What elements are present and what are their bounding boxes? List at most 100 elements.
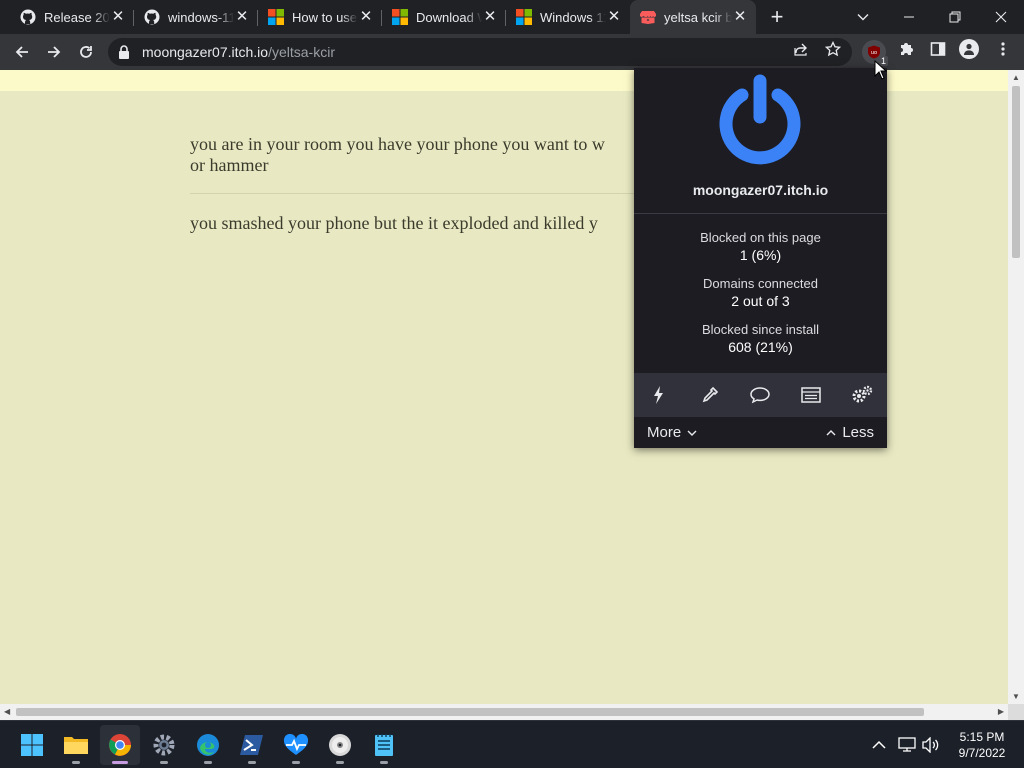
forward-button[interactable] [40,38,68,66]
stat-value: 1 (6%) [739,247,782,263]
tab-how-to-use[interactable]: How to use Windows ✕ [258,0,382,34]
story-line: you are in your room you have your phone… [190,134,605,154]
list-icon[interactable] [786,373,837,417]
vertical-scroll-thumb[interactable] [1012,86,1020,258]
settings-icon[interactable] [144,725,184,765]
network-icon[interactable] [897,735,917,755]
person-icon [964,43,974,55]
disc-icon[interactable] [320,725,360,765]
lightning-icon[interactable] [634,373,685,417]
tab-windows-11[interactable]: Windows 11 ✕ [506,0,630,34]
chrome-menu-button[interactable] [994,40,1012,58]
running-indicator [204,761,212,764]
notepad-icon[interactable] [364,725,404,765]
stat-label: Blocked since install [701,322,820,337]
restore-icon [949,11,961,23]
puzzle-icon [901,43,913,55]
horizontal-scrollbar[interactable]: ◀ ▶ [0,704,1008,720]
microsoft-icon [268,9,284,25]
less-label: Less [842,424,874,441]
star-icon [825,41,841,57]
system-clock[interactable]: 5:15 PM 9/7/2022 [950,729,1014,761]
tab-download[interactable]: Download Windows ✕ [382,0,506,34]
more-label: More [647,424,682,441]
running-indicator [112,761,128,764]
vertical-scrollbar[interactable]: ▲ ▼ [1008,70,1024,704]
story-line: or hammer [190,155,269,175]
itchio-icon [640,9,656,25]
profile-button[interactable] [959,39,979,59]
close-tab-icon[interactable]: ✕ [606,9,622,25]
site-domain: moongazer07 [692,182,784,198]
stat-value: 2 out of 3 [731,293,790,309]
svg-text:uo: uo [871,50,877,56]
volume-icon[interactable] [921,735,941,755]
close-tab-icon[interactable]: ✕ [234,9,250,25]
close-window-button[interactable] [988,4,1014,30]
tab-title: Windows 11 [540,9,606,25]
lock-icon [118,45,134,59]
restore-button[interactable] [942,4,968,30]
url-path: /yeltsa-kcir [268,44,335,60]
minimize-button[interactable] [896,4,922,30]
gears-icon[interactable] [836,373,887,417]
chevron-down-icon [687,430,697,436]
chrome-icon[interactable] [100,725,140,765]
scroll-left-icon[interactable]: ◀ [4,707,10,716]
running-indicator [336,761,344,764]
power-icon[interactable] [714,73,806,165]
close-tab-icon[interactable]: ✕ [482,9,498,25]
stat-label: Domains connected [703,276,818,291]
bookmark-button[interactable] [824,40,842,58]
health-icon[interactable] [276,725,316,765]
clock-date: 9/7/2022 [958,746,1006,760]
chevron-up-icon [872,740,886,749]
stat-blocked-install: Blocked since install 608 (21%) [634,322,887,357]
tab-title: How to use Windows [292,9,358,25]
microsoft-icon [392,9,408,25]
reload-button[interactable] [72,38,100,66]
tab-release[interactable]: Release 2022.09.07.1 · ... ✕ [0,0,134,34]
scroll-right-icon[interactable]: ▶ [998,707,1004,716]
tab-strip: Release 2022.09.07.1 · ... ✕ windows-11 … [0,0,1024,34]
close-tab-icon[interactable]: ✕ [358,9,374,25]
horizontal-scroll-thumb[interactable] [16,708,924,716]
arrow-left-icon [15,46,28,58]
stat-domains-connected: Domains connected 2 out of 3 [634,276,887,311]
back-button[interactable] [8,38,36,66]
close-tab-icon[interactable]: ✕ [732,9,748,25]
story-paragraph-2: you smashed your phone but the it explod… [190,213,598,233]
scroll-up-icon[interactable]: ▲ [1012,73,1020,82]
more-button[interactable]: More [647,424,697,441]
powershell-icon[interactable] [232,725,272,765]
scroll-down-icon[interactable]: ▼ [1012,692,1020,701]
tab-yeltsa-kcir[interactable]: yeltsa kcir by moongazer07 ✕ [630,0,756,34]
minimize-icon [904,16,914,18]
extensions-button[interactable] [897,40,915,58]
stat-label: Blocked on this page [700,230,821,245]
stat-blocked-page: Blocked on this page 1 (6%) [634,230,887,265]
new-tab-button[interactable]: + [764,4,790,30]
speech-bubble-icon[interactable] [735,373,786,417]
close-tab-icon[interactable]: ✕ [110,9,126,25]
edge-icon[interactable] [188,725,228,765]
kebab-menu-icon [1001,42,1005,56]
site-suffix: .itch.io [783,182,829,198]
running-indicator [292,761,300,764]
arrow-right-icon [48,46,61,58]
tab-title: windows-11 · GitHub [168,9,234,25]
running-indicator [72,761,80,764]
windows-start-icon[interactable] [12,725,52,765]
eyedropper-icon[interactable] [685,373,736,417]
address-bar[interactable]: moongazer07.itch.io/yeltsa-kcir [108,38,852,66]
file-explorer-icon[interactable] [56,725,96,765]
side-panel-button[interactable] [929,40,947,58]
divider [634,213,887,214]
show-hidden-icons-button[interactable] [869,735,889,755]
less-button[interactable]: Less [826,424,874,441]
side-panel-icon [930,42,946,56]
ublock-footer: More Less [634,417,887,448]
share-button[interactable] [792,40,810,58]
tab-windows-github[interactable]: windows-11 · GitHub ✕ [134,0,258,34]
tab-search-button[interactable] [850,4,876,30]
